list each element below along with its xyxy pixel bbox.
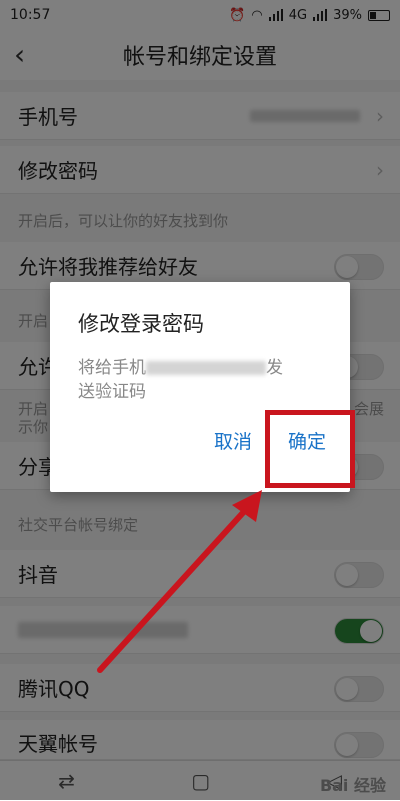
annotation-arrow — [97, 490, 262, 673]
